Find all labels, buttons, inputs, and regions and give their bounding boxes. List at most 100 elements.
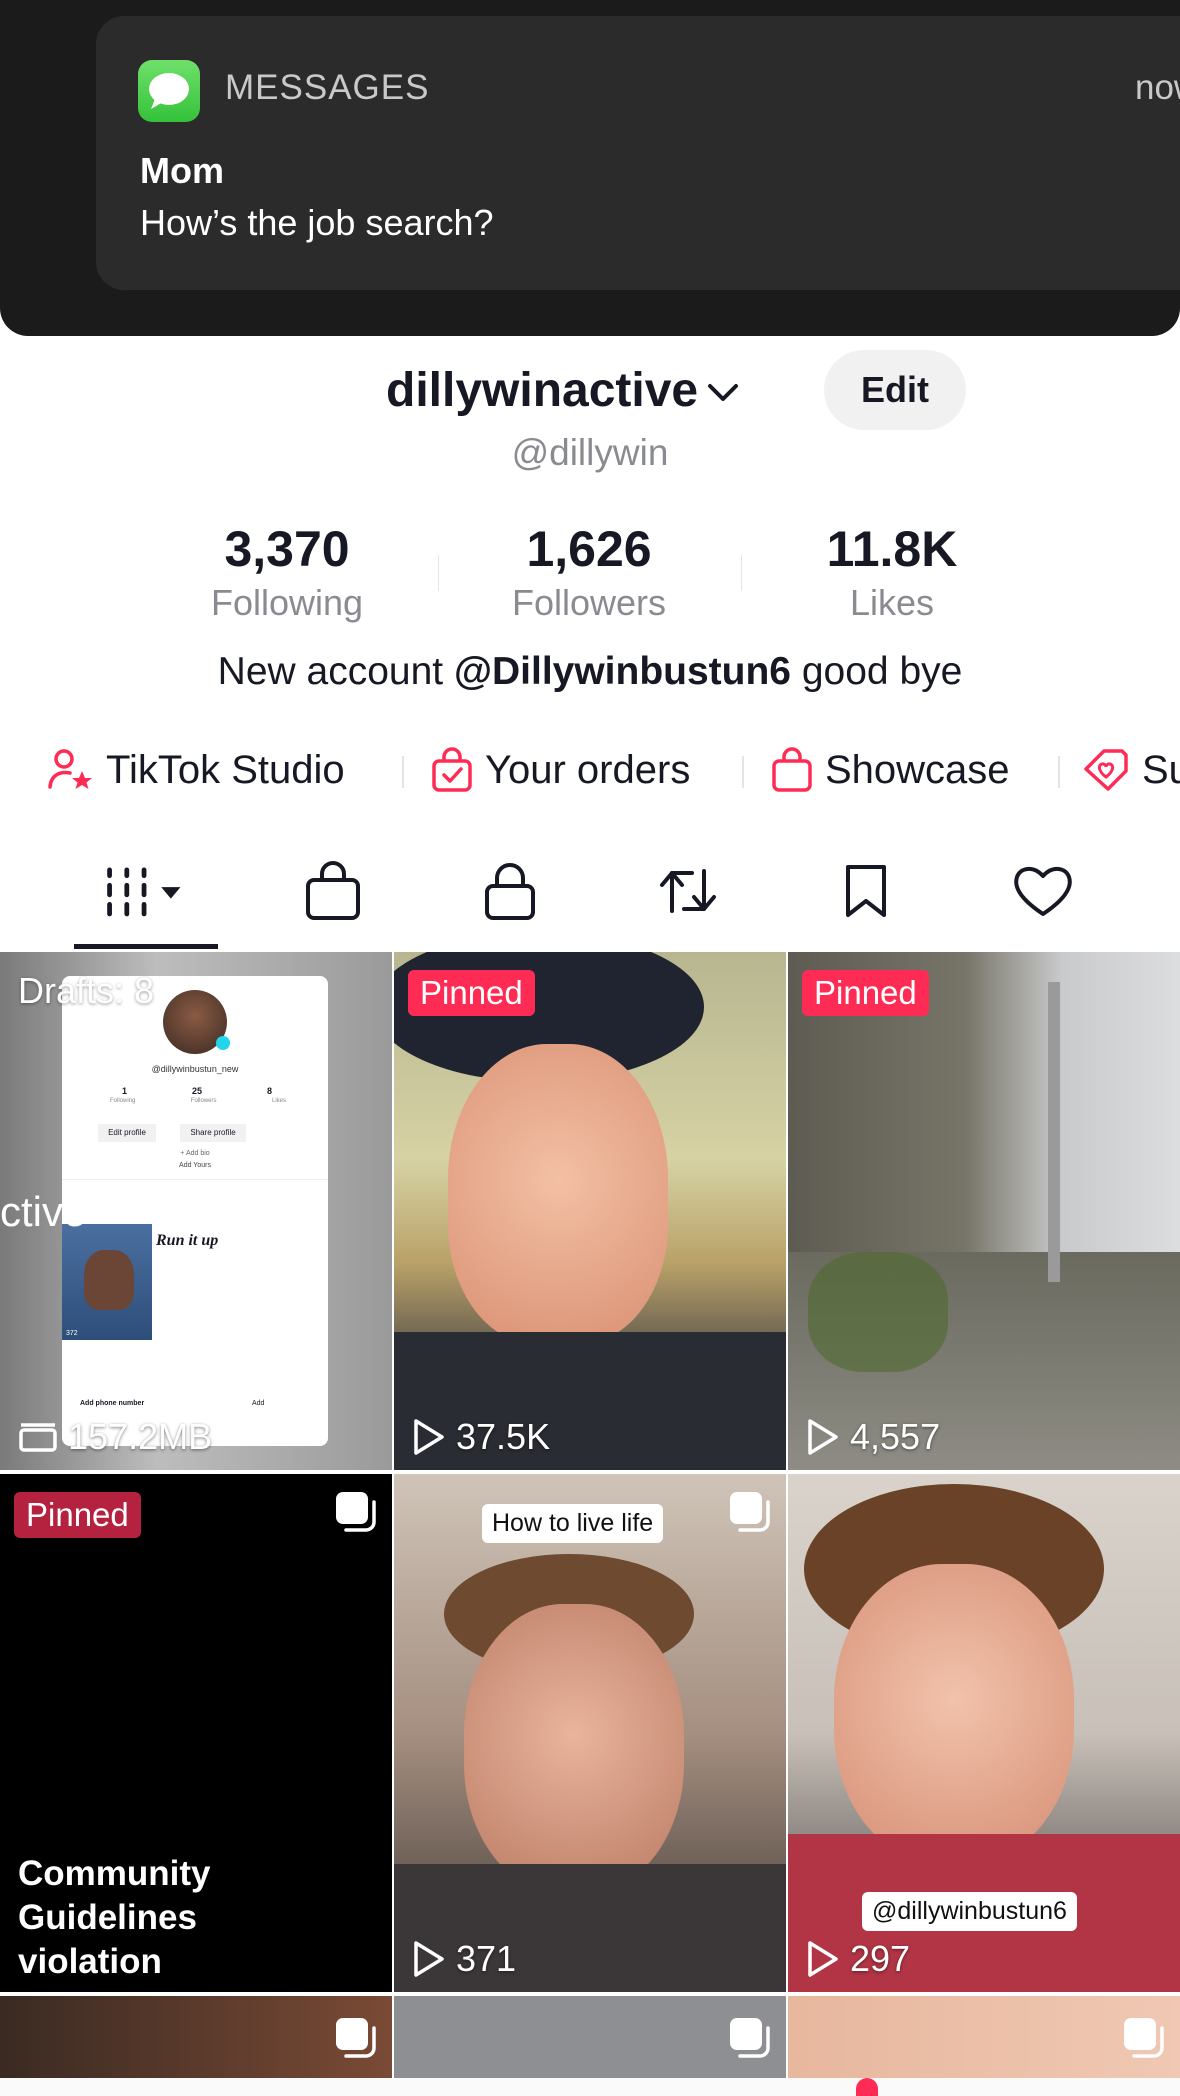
drafts-size-value: 157.2MB xyxy=(68,1416,213,1457)
draft-preview-add-yours: Add Yours xyxy=(179,1162,211,1169)
chevron-down-icon xyxy=(708,384,739,401)
tag-heart-icon xyxy=(1084,749,1128,791)
draft-preview-thumbnail: 372 xyxy=(62,1224,152,1340)
account-switcher[interactable]: dillywinactive xyxy=(386,360,740,420)
multiple-items-icon xyxy=(1124,2018,1164,2058)
messages-app-icon xyxy=(138,60,200,122)
draft-preview-stat-label: Likes xyxy=(271,1098,286,1104)
link-label: TikTok Studio xyxy=(106,747,345,792)
link-label: Your orders xyxy=(485,747,691,792)
heart-icon xyxy=(1014,867,1072,916)
video-thumb-face xyxy=(448,1044,668,1344)
video-tile[interactable]: @dillywinbustun6 297 xyxy=(788,1474,1180,1992)
draft-preview-add-phone: Add phone number xyxy=(80,1400,145,1407)
bottom-navigation-edge xyxy=(0,2078,1180,2096)
draft-preview-add: Add xyxy=(252,1400,265,1407)
video-tile[interactable] xyxy=(394,1996,786,2078)
view-count: 37.5K xyxy=(412,1416,550,1458)
video-tile[interactable]: How to live life 371 xyxy=(394,1474,786,1992)
stat-following[interactable]: 3,370 Following xyxy=(157,520,417,624)
video-thumb-face xyxy=(464,1604,684,1894)
stat-likes[interactable]: 11.8K Likes xyxy=(762,520,1022,624)
stat-value: 11.8K xyxy=(826,521,958,577)
draft-preview-stat: 8 xyxy=(266,1086,272,1096)
active-tab-indicator xyxy=(74,944,218,949)
showcase-link[interactable]: Showcase xyxy=(771,740,1010,800)
draft-preview-side-text: ctive xyxy=(0,1188,87,1235)
video-tile[interactable] xyxy=(0,1996,392,2078)
pinned-badge: Pinned xyxy=(14,1492,141,1538)
stat-label: Likes xyxy=(849,582,935,623)
video-tile-violation[interactable]: Pinned Community Guidelines violation xyxy=(0,1474,392,1992)
video-tile[interactable]: Pinned 37.5K xyxy=(394,952,786,1470)
notification-dot xyxy=(856,2078,878,2096)
draft-preview-add-bio: + Add bio xyxy=(180,1150,210,1157)
link-divider xyxy=(402,756,404,788)
view-count-value: 371 xyxy=(456,1938,517,1979)
shopping-bag-check-icon xyxy=(432,747,472,792)
tab-favorites[interactable] xyxy=(821,856,911,926)
profile-links-row: TikTok Studio Your orders Showcase Su xyxy=(48,740,1180,800)
tab-liked[interactable] xyxy=(998,856,1088,926)
draft-preview-stat: 25 xyxy=(191,1086,202,1096)
draft-preview-stat-label: Followers xyxy=(190,1098,217,1104)
bio-text: New account xyxy=(217,650,444,693)
drafts-size: 157.2MB xyxy=(18,1416,212,1458)
video-tile[interactable] xyxy=(788,1996,1180,2078)
message-notification[interactable] xyxy=(96,16,1180,290)
stat-value: 1,626 xyxy=(526,521,652,577)
view-count: 371 xyxy=(412,1938,516,1980)
person-star-icon xyxy=(48,749,92,789)
stat-divider xyxy=(741,555,742,591)
videos-grid-icon xyxy=(107,867,181,917)
multiple-items-icon xyxy=(730,2018,770,2058)
tab-private[interactable] xyxy=(465,856,555,926)
pinned-badge: Pinned xyxy=(408,970,535,1016)
play-icon xyxy=(414,1419,444,1455)
pinned-badge: Pinned xyxy=(802,970,929,1016)
notification-message: How’s the job search? xyxy=(140,202,494,243)
stat-followers[interactable]: 1,626 Followers xyxy=(459,520,719,624)
bio-text: good bye xyxy=(801,650,963,693)
view-count: 297 xyxy=(806,1938,910,1980)
video-tile[interactable]: Pinned 4,557 xyxy=(788,952,1180,1470)
tiktok-studio-link[interactable]: TikTok Studio xyxy=(48,740,345,800)
draft-preview-handle: @dillywinbustun_new xyxy=(151,1064,239,1074)
view-count-value: 297 xyxy=(850,1938,911,1979)
video-thumb-face xyxy=(834,1564,1074,1864)
draft-preview-stat-labels: Following Followers Likes xyxy=(110,1098,286,1104)
lock-icon xyxy=(485,863,535,920)
video-caption: @dillywinbustun6 xyxy=(862,1892,1077,1931)
shopping-bag-icon xyxy=(772,747,812,792)
storage-icon xyxy=(19,1423,57,1452)
your-orders-link[interactable]: Your orders xyxy=(431,740,690,800)
stat-value: 3,370 xyxy=(224,521,350,577)
draft-preview-thumb-views: 372 xyxy=(66,1330,78,1337)
bookmark-icon xyxy=(846,865,886,917)
multiple-items-icon xyxy=(336,1492,376,1532)
draft-preview-stat: 1 xyxy=(122,1086,128,1096)
repost-icon xyxy=(660,869,716,913)
tab-shop[interactable] xyxy=(288,856,378,926)
multiple-items-icon xyxy=(336,2018,376,2058)
link-divider xyxy=(1058,756,1060,788)
add-avatar-icon xyxy=(216,1036,230,1050)
stat-label: Followers xyxy=(511,582,667,623)
tab-reposts[interactable] xyxy=(643,856,733,926)
notification-sender: Mom xyxy=(140,150,224,191)
video-thumb-weeds xyxy=(808,1252,948,1372)
drafts-tile[interactable]: @dillywinbustun_new 1 25 8 Following Fol… xyxy=(0,952,392,1470)
profile-display-name: dillywinactive xyxy=(386,363,699,417)
bio-mention-link[interactable]: @Dillywinbustun6 xyxy=(454,650,791,693)
view-count: 4,557 xyxy=(806,1416,940,1458)
video-thumb-pole xyxy=(1048,982,1060,1282)
shop-bag-icon xyxy=(306,861,360,920)
link-label: Su xyxy=(1142,747,1180,792)
view-count-value: 37.5K xyxy=(456,1416,551,1457)
link-label: Showcase xyxy=(825,747,1010,792)
play-icon xyxy=(808,1419,838,1455)
draft-preview-face xyxy=(84,1250,134,1310)
edit-profile-button[interactable]: Edit xyxy=(824,350,966,430)
subscription-link[interactable]: Su xyxy=(1082,740,1180,800)
tab-videos[interactable] xyxy=(100,856,190,926)
